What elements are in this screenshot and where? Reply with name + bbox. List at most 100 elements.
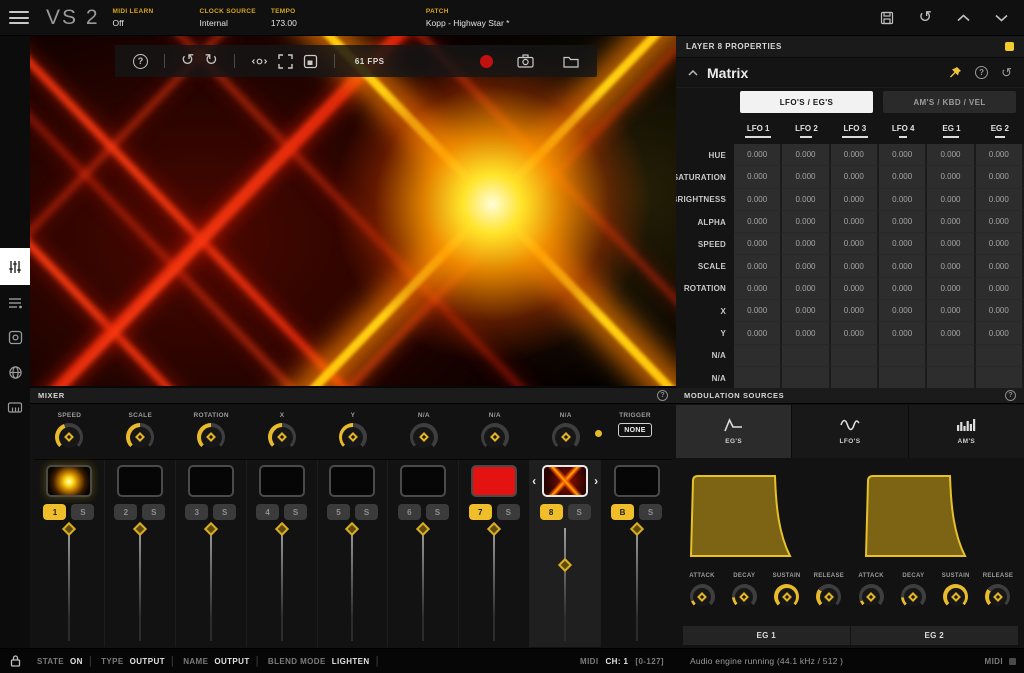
matrix-cell[interactable]: 0.000 <box>831 233 879 255</box>
matrix-cell[interactable]: 0.000 <box>927 300 975 322</box>
matrix-cell[interactable] <box>879 367 927 388</box>
matrix-cell[interactable]: 0.000 <box>927 166 975 188</box>
channel-fader[interactable] <box>105 523 175 647</box>
matrix-cell[interactable]: 0.000 <box>976 255 1024 277</box>
mixer-knob[interactable] <box>481 423 509 451</box>
eg1-envelope-display[interactable] <box>687 472 799 558</box>
prev-layer-arrow[interactable]: ‹ <box>532 474 536 488</box>
mixer-knob[interactable] <box>410 423 438 451</box>
matrix-cell[interactable]: 0.000 <box>734 166 782 188</box>
matrix-cell[interactable]: 0.000 <box>782 255 830 277</box>
matrix-cell[interactable]: 0.000 <box>831 278 879 300</box>
matrix-cell[interactable]: 0.000 <box>927 255 975 277</box>
topbar-field[interactable]: PATCH Kopp - Highway Star * <box>426 8 510 28</box>
channel-fader[interactable] <box>247 523 317 647</box>
channel-thumbnail[interactable] <box>471 465 517 497</box>
tab-lfos[interactable]: LFO'S <box>792 405 907 458</box>
fader-handle[interactable] <box>558 558 572 572</box>
channel-thumbnail[interactable] <box>46 465 92 497</box>
matrix-cell[interactable]: 0.000 <box>734 144 782 166</box>
channel-solo-button[interactable]: S <box>284 504 307 520</box>
channel-number-button[interactable]: 1 <box>43 504 66 520</box>
attack-knob[interactable] <box>859 584 884 609</box>
tab-ams[interactable]: AM'S <box>909 405 1024 458</box>
tab-egs[interactable]: EG'S <box>676 405 791 458</box>
matrix-cell[interactable]: 0.000 <box>734 189 782 211</box>
undo-icon[interactable]: ↺ <box>919 11 932 25</box>
channel-solo-button[interactable]: S <box>568 504 591 520</box>
fader-handle[interactable] <box>204 522 218 536</box>
matrix-cell[interactable]: 0.000 <box>879 189 927 211</box>
sidebar-item-preview[interactable] <box>0 320 30 355</box>
fullscreen-icon[interactable] <box>278 54 293 69</box>
tab-ams-kbd-vel[interactable]: AM'S / KBD / VEL <box>883 91 1016 113</box>
matrix-cell[interactable]: 0.000 <box>927 278 975 300</box>
channel-number-button[interactable]: 6 <box>398 504 421 520</box>
sidebar-item-keyboard[interactable] <box>0 390 30 425</box>
matrix-cell[interactable] <box>976 367 1024 388</box>
next-layer-arrow[interactable]: › <box>594 474 598 488</box>
render-viewport[interactable]: ? ↺ ↻ 61 FPS <box>30 36 676 386</box>
channel-solo-button[interactable]: S <box>639 504 662 520</box>
matrix-cell[interactable] <box>782 367 830 388</box>
pan-icon[interactable] <box>251 54 268 69</box>
chevron-down-icon[interactable] <box>995 14 1008 22</box>
matrix-cell[interactable]: 0.000 <box>734 300 782 322</box>
matrix-cell[interactable]: 0.000 <box>879 233 927 255</box>
channel-number-button[interactable]: 5 <box>327 504 350 520</box>
field-value[interactable]: 173.00 <box>271 18 411 28</box>
release-knob[interactable] <box>816 584 841 609</box>
channel-thumbnail[interactable] <box>117 465 163 497</box>
matrix-cell[interactable]: 0.000 <box>879 166 927 188</box>
layer-color-swatch[interactable] <box>1005 42 1014 51</box>
channel-solo-button[interactable]: S <box>355 504 378 520</box>
sustain-knob[interactable] <box>943 584 968 609</box>
matrix-cell[interactable] <box>976 345 1024 367</box>
mixer-knob[interactable] <box>552 423 580 451</box>
matrix-cell[interactable]: 0.000 <box>927 211 975 233</box>
matrix-cell[interactable]: 0.000 <box>831 166 879 188</box>
decay-knob[interactable] <box>732 584 757 609</box>
matrix-cell[interactable]: 0.000 <box>879 322 927 344</box>
channel-solo-button[interactable]: S <box>71 504 94 520</box>
chevron-up-icon[interactable] <box>957 14 970 22</box>
fader-handle[interactable] <box>487 522 501 536</box>
matrix-cell[interactable]: 0.000 <box>976 144 1024 166</box>
channel-fader[interactable] <box>176 523 246 647</box>
field-value[interactable]: Off <box>113 18 185 28</box>
matrix-cell[interactable]: 0.000 <box>782 166 830 188</box>
matrix-cell[interactable]: 0.000 <box>976 189 1024 211</box>
channel-solo-button[interactable]: S <box>142 504 165 520</box>
matrix-cell[interactable]: 0.000 <box>734 211 782 233</box>
matrix-cell[interactable]: 0.000 <box>927 189 975 211</box>
field-value[interactable]: Kopp - Highway Star * <box>426 18 510 28</box>
camera-icon[interactable] <box>517 54 534 68</box>
matrix-cell[interactable]: 0.000 <box>782 278 830 300</box>
matrix-cell[interactable] <box>734 367 782 388</box>
eg2-label[interactable]: EG 2 <box>851 626 1019 645</box>
fader-handle[interactable] <box>629 522 643 536</box>
decay-knob[interactable] <box>901 584 926 609</box>
channel-fader[interactable] <box>601 523 672 647</box>
tab-lfos-egs[interactable]: LFO'S / EG'S <box>740 91 873 113</box>
pin-icon[interactable] <box>948 66 962 80</box>
collapse-chevron-icon[interactable] <box>688 70 698 76</box>
fader-handle[interactable] <box>345 522 359 536</box>
help-icon[interactable]: ? <box>975 66 988 79</box>
fader-handle[interactable] <box>416 522 430 536</box>
matrix-cell[interactable]: 0.000 <box>782 322 830 344</box>
channel-thumbnail[interactable] <box>188 465 234 497</box>
matrix-cell[interactable]: 0.000 <box>976 278 1024 300</box>
matrix-cell[interactable]: 0.000 <box>782 189 830 211</box>
release-knob[interactable] <box>985 584 1010 609</box>
redo-icon[interactable]: ↻ <box>204 54 217 68</box>
matrix-cell[interactable]: 0.000 <box>734 278 782 300</box>
matrix-cell[interactable] <box>831 345 879 367</box>
window-icon[interactable] <box>303 54 318 69</box>
matrix-cell[interactable]: 0.000 <box>879 255 927 277</box>
matrix-cell[interactable]: 0.000 <box>879 211 927 233</box>
sustain-knob[interactable] <box>774 584 799 609</box>
matrix-cell[interactable]: 0.000 <box>976 233 1024 255</box>
matrix-cell[interactable]: 0.000 <box>927 233 975 255</box>
fader-handle[interactable] <box>133 522 147 536</box>
